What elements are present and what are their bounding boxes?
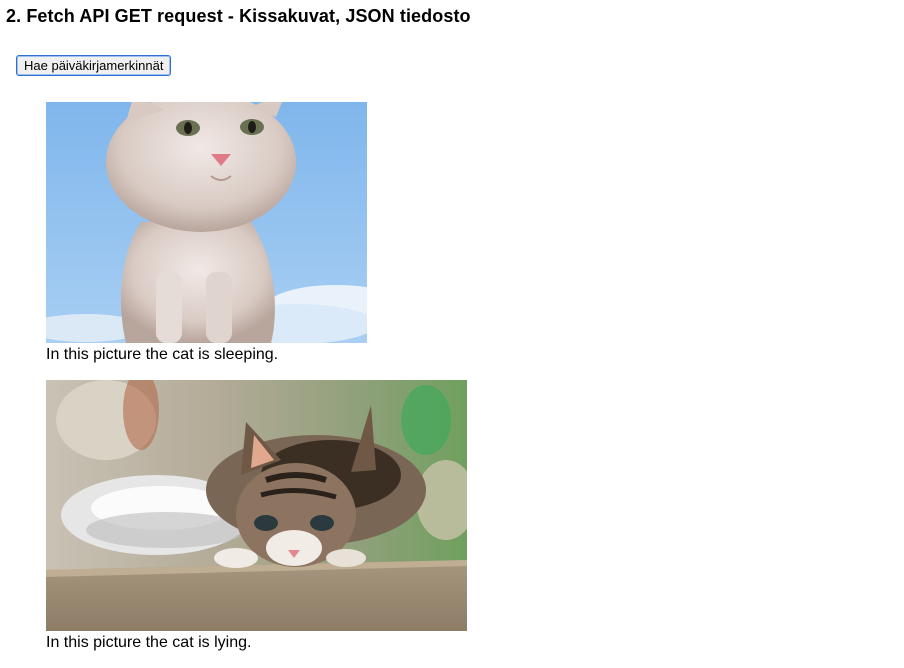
page-title: 2. Fetch API GET request - Kissakuvat, J… xyxy=(6,6,471,26)
cat-caption: In this picture the cat is sleeping. xyxy=(46,346,279,363)
cat-image-sleeping xyxy=(46,102,367,343)
list-item: In this picture the cat is sleeping. xyxy=(46,102,467,364)
fetch-entries-button[interactable]: Hae päiväkirjamerkinnät xyxy=(16,55,172,76)
cat-image-lying xyxy=(46,380,467,631)
cat-list: In this picture the cat is sleeping. In … xyxy=(46,102,467,668)
white-kitten-photo xyxy=(46,102,367,343)
list-item: In this picture the cat is lying. xyxy=(46,380,467,652)
tabby-kitten-photo xyxy=(46,380,467,631)
